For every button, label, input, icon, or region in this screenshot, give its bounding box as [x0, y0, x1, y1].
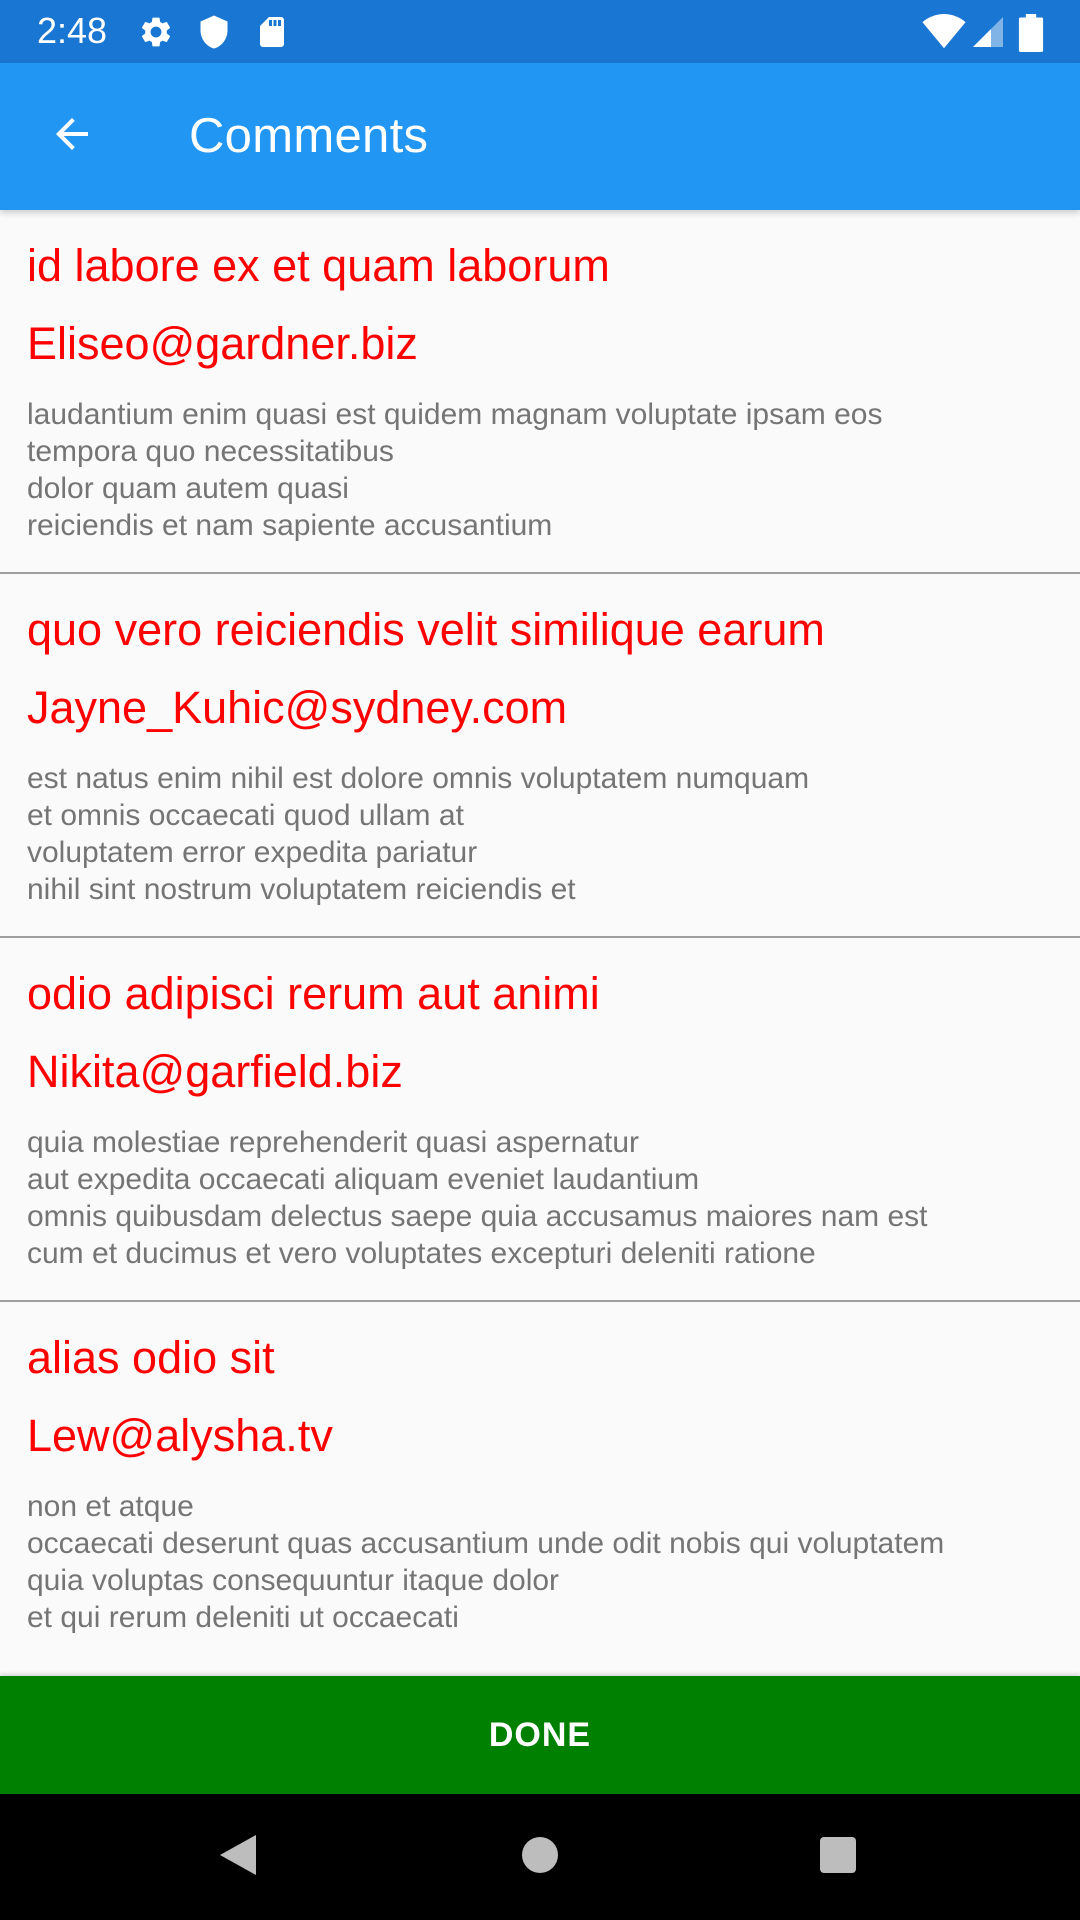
comment-body-line: tempora quo necessitatibus [27, 435, 394, 468]
comment-body-line: omnis quibusdam delectus saepe quia accu… [27, 1200, 928, 1233]
arrow-back-icon [48, 110, 96, 163]
comment-list[interactable]: id labore ex et quam laborum Eliseo@gard… [0, 210, 1080, 1676]
nav-recents-button[interactable] [808, 1827, 868, 1887]
comment-body-line: cum et ducimus et vero voluptates except… [27, 1237, 816, 1270]
comment-body-line: laudantium enim quasi est quidem magnam … [27, 398, 883, 431]
sd-card-icon [254, 14, 290, 50]
comment-body-line: quia voluptas consequuntur itaque dolor [27, 1564, 560, 1597]
comment-body-line: quia molestiae reprehenderit quasi asper… [27, 1126, 640, 1159]
status-time: 2:48 [37, 10, 108, 51]
comment-body: laudantium enim quasi est quidem magnam … [27, 396, 1057, 544]
list-item[interactable]: quo vero reiciendis velit similique earu… [0, 574, 1080, 938]
comment-body-line: non et atque [27, 1490, 194, 1523]
comment-body-line: est natus enim nihil est dolore omnis vo… [27, 762, 810, 795]
system-nav-bar [0, 1794, 1080, 1920]
comment-body-line: aut expedita occaecati aliquam eveniet l… [27, 1163, 700, 1196]
settings-icon [138, 14, 174, 50]
back-button[interactable] [30, 94, 114, 178]
comment-email: Lew@alysha.tv [27, 1410, 333, 1461]
battery-icon [1018, 14, 1044, 53]
cell-signal-icon [970, 14, 1006, 50]
nav-recents-icon [818, 1835, 858, 1880]
comment-body-line: dolor quam autem quasi [27, 472, 349, 505]
shield-icon [196, 14, 232, 50]
comment-body: est natus enim nihil est dolore omnis vo… [27, 760, 1057, 908]
comment-body-line: reiciendis et nam sapiente accusantium [27, 509, 553, 542]
comment-name: odio adipisci rerum aut animi [27, 968, 600, 1019]
list-item[interactable]: id labore ex et quam laborum Eliseo@gard… [0, 210, 1080, 574]
list-item[interactable]: alias odio sit Lew@alysha.tv non et atqu… [0, 1302, 1080, 1666]
comment-body-line: nihil sint nostrum voluptatem reiciendis… [27, 873, 576, 906]
nav-home-button[interactable] [510, 1827, 570, 1887]
status-bar: 2:48 [0, 0, 1080, 63]
wifi-icon [922, 14, 966, 50]
page-title: Comments [189, 109, 429, 163]
comment-body: quia molestiae reprehenderit quasi asper… [27, 1124, 1057, 1272]
comment-body: non et atque occaecati deserunt quas acc… [27, 1488, 1057, 1636]
list-item[interactable]: odio adipisci rerum aut animi Nikita@gar… [0, 938, 1080, 1302]
comment-name: quo vero reiciendis velit similique earu… [27, 604, 825, 655]
comment-body-line: occaecati deserunt quas accusantium unde… [27, 1527, 945, 1560]
comment-body-line: voluptatem error expedita pariatur [27, 836, 478, 869]
comment-body-line: et omnis occaecati quod ullam at [27, 799, 464, 832]
comment-email: Jayne_Kuhic@sydney.com [27, 682, 568, 733]
nav-back-icon [216, 1831, 260, 1884]
comment-email: Nikita@garfield.biz [27, 1046, 403, 1097]
nav-back-button[interactable] [208, 1827, 268, 1887]
nav-home-icon [520, 1835, 560, 1880]
comment-body-line: et qui rerum deleniti ut occaecati [27, 1601, 459, 1634]
comments-screen: 2:48 Comments id labore ex et quam labor… [0, 0, 1080, 1920]
comment-name: id labore ex et quam laborum [27, 240, 610, 291]
comment-name: alias odio sit [27, 1332, 275, 1383]
comment-email: Eliseo@gardner.biz [27, 318, 418, 369]
done-button[interactable]: DONE [0, 1676, 1080, 1794]
app-bar: Comments [0, 63, 1080, 210]
